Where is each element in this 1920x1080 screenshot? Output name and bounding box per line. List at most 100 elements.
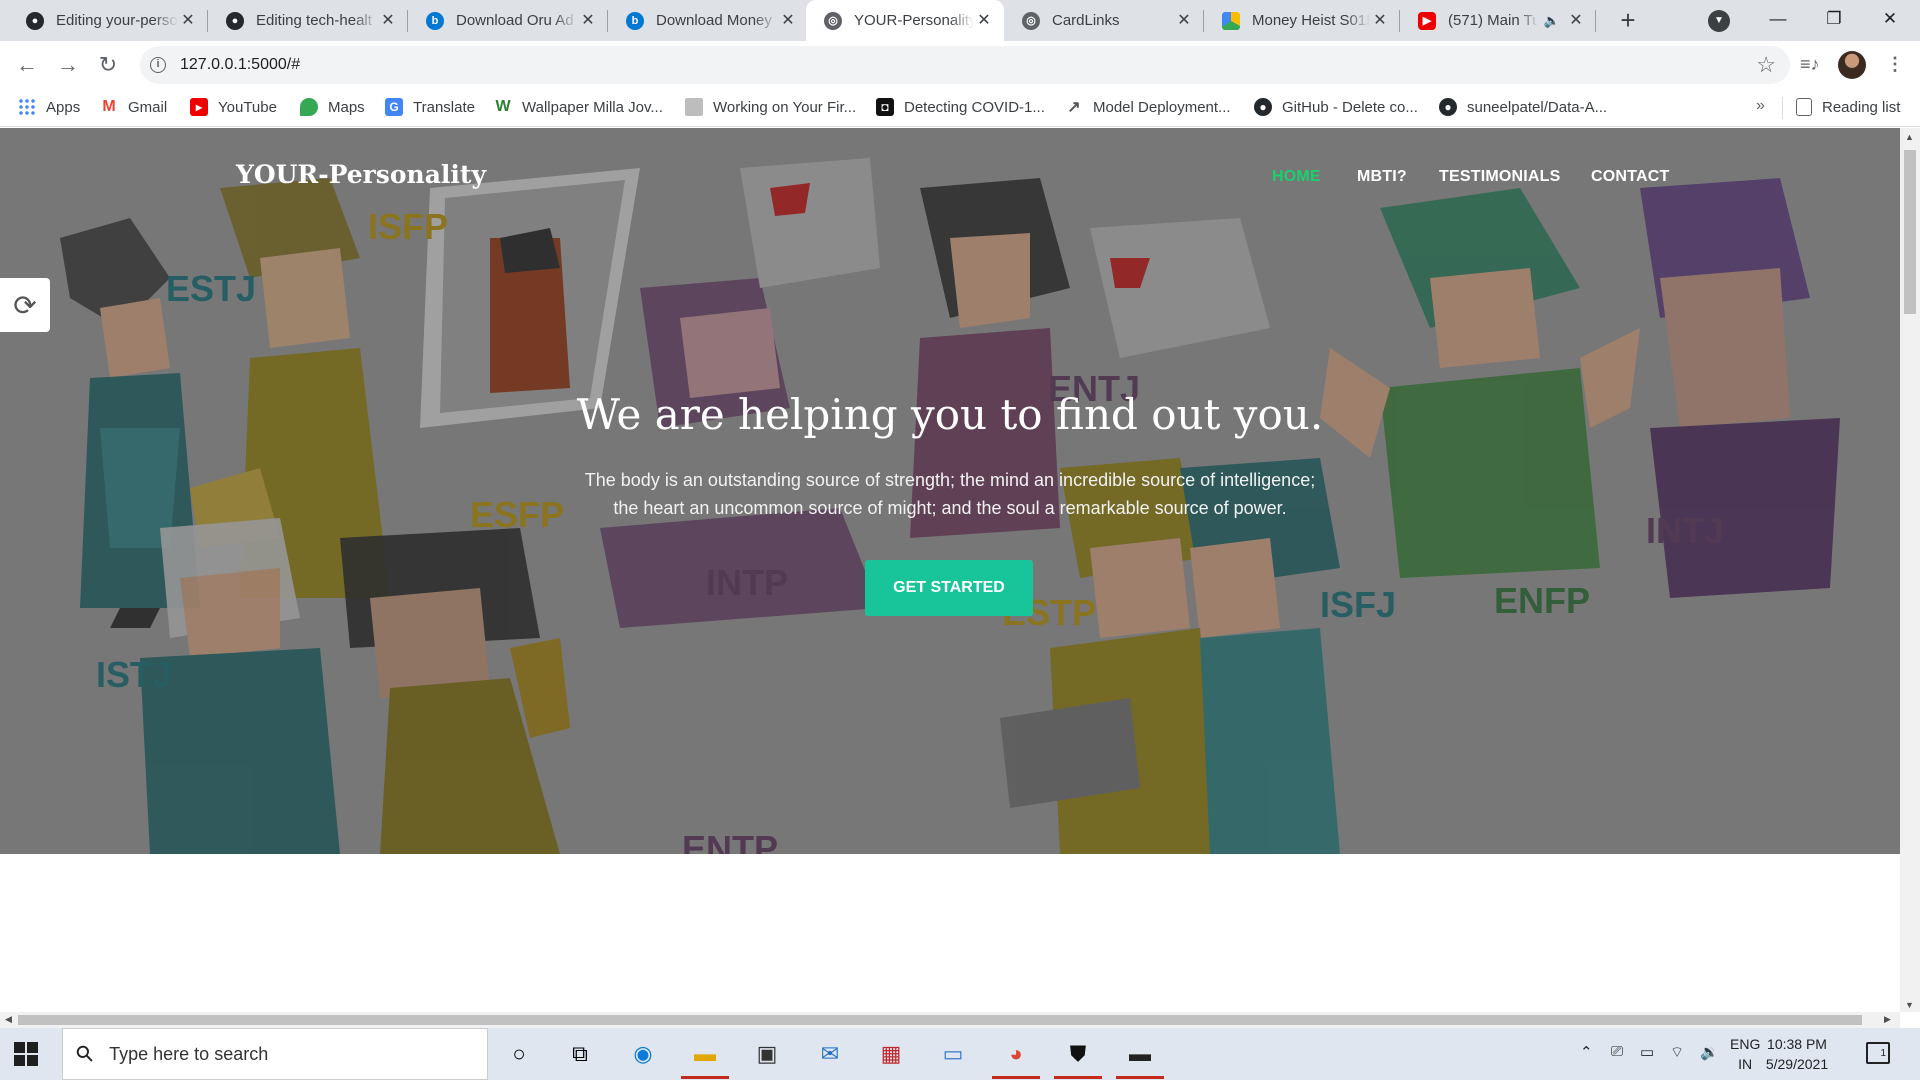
close-icon[interactable]: ✕ (1370, 11, 1390, 31)
translate-icon: G (385, 98, 403, 116)
chrome-icon[interactable]: ◕ (1001, 1040, 1031, 1068)
bookmark-item[interactable]: M Gmail (100, 98, 167, 116)
task-view-icon[interactable]: ⧉ (565, 1040, 595, 1068)
reload-icon[interactable]: ↻ (92, 49, 124, 81)
gift-icon[interactable]: ▦ (876, 1040, 906, 1068)
close-icon[interactable]: ✕ (178, 11, 198, 31)
bookmark-item[interactable]: W Wallpaper Milla Jov... (494, 98, 662, 116)
bookmark-item[interactable]: Apps (18, 98, 80, 116)
horizontal-scrollbar[interactable]: ◀ ▶ (0, 1012, 1900, 1028)
scroll-right-icon[interactable]: ▶ (1884, 1014, 1891, 1025)
reading-list-button[interactable]: Reading list (1796, 98, 1900, 116)
battery-icon[interactable]: ▭ (1640, 1043, 1654, 1061)
tab[interactable]: ● Editing your-perso ✕ (8, 0, 208, 41)
terminal-icon[interactable]: ▬ (1125, 1040, 1155, 1068)
more-bookmarks-icon[interactable]: » (1756, 97, 1765, 115)
bookmark-item[interactable]: ◘ Detecting COVID-1... (876, 98, 1045, 116)
avatar[interactable] (1838, 51, 1866, 79)
get-started-button[interactable]: GET STARTED (865, 560, 1033, 616)
tab[interactable]: ◎ CardLinks ✕ (1004, 0, 1204, 41)
scroll-up-icon[interactable]: ▲ (1905, 132, 1914, 142)
tab[interactable]: b Download Money ✕ (608, 0, 808, 41)
bookmark-label: Gmail (128, 98, 168, 116)
edge-icon[interactable]: ◉ (628, 1040, 658, 1068)
bookmark-label: GitHub - Delete co... (1282, 98, 1418, 116)
tab[interactable]: ● Editing tech-healt ✕ (208, 0, 408, 41)
page-viewport: ESTJ ISFP ENTJ ESFP INTP ESTP ISFJ ENFP … (0, 128, 1900, 1012)
close-icon[interactable]: ✕ (578, 11, 598, 31)
bookmark-item[interactable]: ▶ YouTube (190, 98, 277, 116)
clock-date: 5/29/2021 (1765, 1056, 1829, 1072)
tab[interactable]: ▶ (571) Main Tu 🔈 ✕ (1400, 0, 1596, 41)
security-icon[interactable]: ⛊ (1063, 1040, 1093, 1068)
tab-active[interactable]: ◎ YOUR-Personality ✕ (806, 0, 1004, 41)
nav-contact[interactable]: CONTACT (1591, 168, 1669, 186)
globe-icon: ◎ (824, 11, 842, 30)
taskbar-search-input[interactable]: ⚲ Type here to search (62, 1028, 488, 1080)
nav-home[interactable]: HOME (1272, 168, 1321, 186)
close-icon[interactable]: ✕ (378, 11, 398, 31)
close-icon[interactable]: ✕ (974, 11, 994, 31)
menu-kebab-icon[interactable]: ⋮ (1886, 54, 1904, 75)
store-icon[interactable]: ▣ (752, 1040, 782, 1068)
file-explorer-icon[interactable]: ▬ (690, 1040, 720, 1068)
wifi-icon[interactable]: ⌔ (1670, 1043, 1684, 1062)
back-icon[interactable]: ← (11, 49, 43, 81)
running-indicator (681, 1076, 729, 1079)
bookmark-item[interactable]: Working on Your Fir... (685, 98, 856, 116)
show-hidden-icons-icon[interactable]: ⌃ (1580, 1043, 1593, 1061)
bookmark-item[interactable]: ↗ Model Deployment... (1065, 98, 1230, 117)
forward-icon[interactable]: → (52, 49, 84, 81)
bookmarks-bar: Apps M Gmail ▶ YouTube Maps G Translate W Wa… (0, 89, 1920, 127)
meet-now-icon[interactable]: ⎚ (1611, 1043, 1623, 1060)
new-tab-button[interactable]: + (1613, 6, 1643, 36)
tab-title: (571) Main Tu (1448, 12, 1538, 29)
mail-icon[interactable]: ✉ (815, 1040, 845, 1068)
nav-mbti[interactable]: MBTI? (1357, 168, 1407, 186)
minimize-icon[interactable]: — (1750, 0, 1806, 41)
bookmark-label: Maps (328, 98, 365, 116)
system-clock[interactable]: 10:38 PM 5/29/2021 (1752, 1034, 1842, 1074)
refresh-widget-icon[interactable]: ⟳ (0, 278, 50, 332)
bookmark-item[interactable]: ● suneelpatel/Data-A... (1439, 98, 1607, 116)
scroll-left-icon[interactable]: ◀ (5, 1014, 12, 1025)
chart-line-icon: ↗ (1067, 99, 1081, 116)
close-window-icon[interactable]: ✕ (1862, 0, 1918, 41)
close-icon[interactable]: ✕ (1174, 11, 1194, 31)
nav-testimonials[interactable]: TESTIMONIALS (1439, 168, 1561, 186)
media-control-icon[interactable]: ≡♪ (1800, 54, 1820, 75)
bookmark-star-icon[interactable]: ☆ (1756, 52, 1776, 78)
site-logo[interactable]: YOUR-Personality (236, 160, 486, 189)
tab[interactable]: Money Heist S01E ✕ (1204, 0, 1400, 41)
bookmark-item[interactable]: G Translate (385, 98, 475, 116)
scroll-down-icon[interactable]: ▼ (1905, 1000, 1914, 1010)
hero-headline: We are helping you to find out you. (576, 390, 1324, 439)
network-pc-icon[interactable]: ▭ (938, 1040, 968, 1068)
scroll-thumb[interactable] (18, 1015, 1862, 1025)
windows-start-icon[interactable] (14, 1042, 38, 1066)
speaker-muted-icon[interactable]: 🔈 (1544, 13, 1560, 29)
scroll-thumb[interactable] (1904, 150, 1916, 314)
notifications-icon[interactable]: 1 (1866, 1042, 1890, 1064)
drive-icon (1222, 11, 1240, 30)
address-bar[interactable]: i 127.0.0.1:5000/# ☆ (140, 46, 1790, 84)
youtube-icon: ▶ (1418, 11, 1436, 30)
divider (1782, 97, 1783, 119)
cortana-icon[interactable]: ○ (504, 1040, 534, 1068)
tab[interactable]: b Download Oru Ad ✕ (408, 0, 608, 41)
close-icon[interactable]: ✕ (778, 11, 798, 31)
restore-icon[interactable]: ❐ (1806, 0, 1862, 41)
tab-title: CardLinks (1052, 12, 1120, 29)
tab-search-icon[interactable]: ▼ (1708, 10, 1730, 32)
w-icon: W (495, 98, 511, 115)
tab-title: Editing your-perso (56, 12, 178, 29)
bookmark-item[interactable]: Maps (300, 98, 365, 116)
vertical-scrollbar[interactable]: ▲ ▼ (1900, 128, 1920, 1012)
volume-icon[interactable]: 🔉 (1700, 1043, 1719, 1061)
bookmark-label: suneelpatel/Data-A... (1467, 98, 1608, 116)
tab-title: Download Oru Ad (456, 12, 574, 29)
info-icon[interactable]: i (150, 57, 166, 73)
bookmark-item[interactable]: ● GitHub - Delete co... (1254, 98, 1418, 116)
url-text[interactable]: 127.0.0.1:5000/# (180, 56, 300, 74)
close-icon[interactable]: ✕ (1566, 11, 1586, 31)
